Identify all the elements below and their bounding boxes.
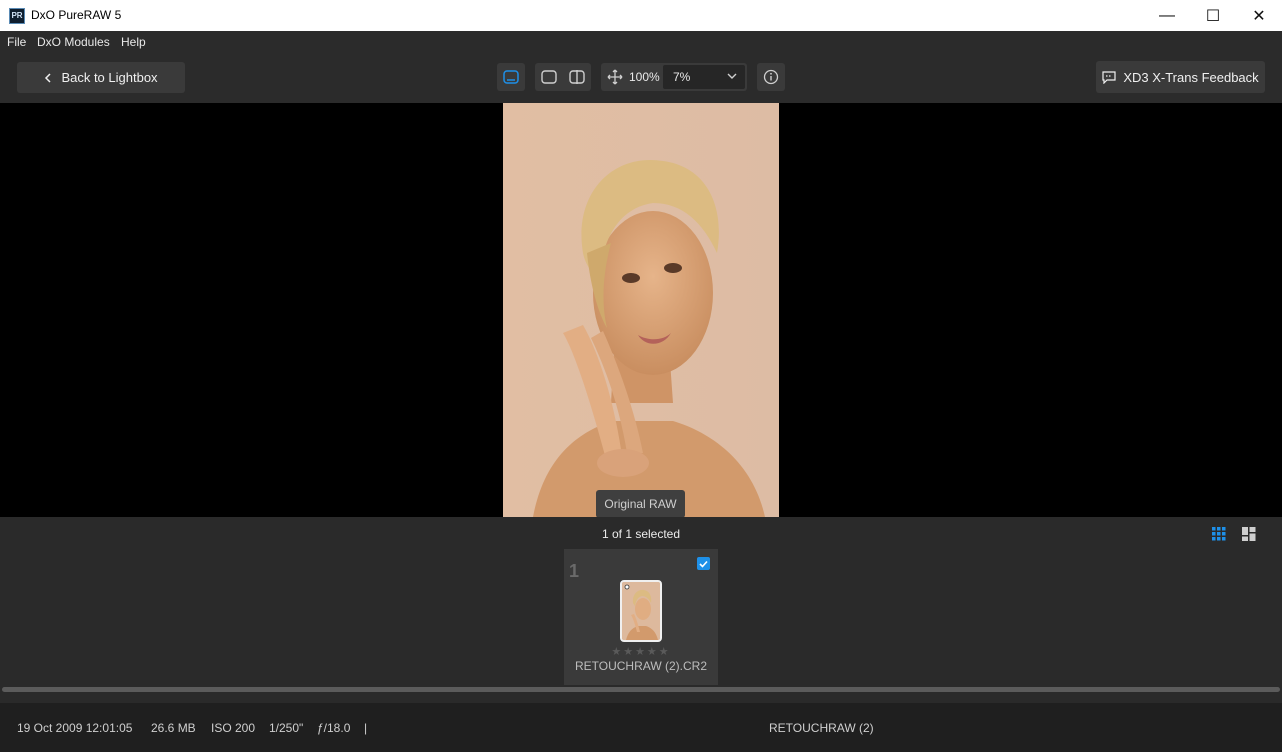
original-raw-label: Original RAW <box>596 490 685 518</box>
info-icon[interactable] <box>757 63 785 91</box>
title-bar: PR DxO PureRAW 5 — ☐ ✕ <box>0 0 1282 31</box>
zoom-100-button[interactable]: 100% <box>629 70 660 84</box>
maximize-button[interactable]: ☐ <box>1190 0 1236 31</box>
single-view-group <box>497 63 525 91</box>
chevron-left-icon <box>45 72 51 83</box>
pan-icon[interactable] <box>601 63 629 91</box>
status-iso: ISO 200 <box>211 721 256 735</box>
menu-help[interactable]: Help <box>121 35 146 49</box>
close-button[interactable]: ✕ <box>1236 0 1282 31</box>
status-aperture: ƒ/18.0 <box>317 721 351 735</box>
toolbar: Back to Lightbox 100% 7% XD3 X-Trans Fee… <box>0 52 1282 103</box>
status-shutter: 1/250" <box>269 721 304 735</box>
back-to-lightbox-button[interactable]: Back to Lightbox <box>17 62 185 93</box>
photo-preview <box>503 103 779 517</box>
thumbnail-image <box>620 580 662 642</box>
info-group <box>757 63 785 91</box>
comment-icon <box>1102 70 1116 84</box>
checkmark-icon <box>699 560 708 568</box>
filmstrip: 1 of 1 selected 1 ★★★★★ RETOUCHRAW (2).C… <box>0 517 1282 703</box>
window-title: DxO PureRAW 5 <box>31 8 122 22</box>
split-view-icon[interactable] <box>563 63 591 91</box>
status-date: 19 Oct 2009 12:01:05 <box>17 721 133 735</box>
thumbnail-index: 1 <box>569 561 580 581</box>
thumbnail-filename: RETOUCHRAW (2).CR2 <box>574 659 707 673</box>
menu-bar: File DxO Modules Help <box>0 31 1282 52</box>
thumbnail-checkbox[interactable] <box>697 557 710 570</box>
status-file-size: 26.6 MB <box>151 721 196 735</box>
zoom-group: 100% 7% <box>601 63 747 91</box>
status-separator: | <box>364 721 368 735</box>
thumbnail-card[interactable]: 1 ★★★★★ RETOUCHRAW (2).CR2 <box>564 549 718 685</box>
status-bar: 19 Oct 2009 12:01:05 26.6 MB ISO 200 1/2… <box>0 703 1282 752</box>
star-rating[interactable]: ★★★★★ <box>564 645 718 658</box>
side-by-side-icon[interactable] <box>535 63 563 91</box>
compare-view-group <box>535 63 591 91</box>
single-view-icon[interactable] <box>497 63 525 91</box>
chevron-down-icon <box>727 73 737 79</box>
grid-view-icon[interactable] <box>1212 527 1226 541</box>
back-to-lightbox-label: Back to Lightbox <box>61 70 158 85</box>
feedback-label: XD3 X-Trans Feedback <box>1123 69 1259 85</box>
minimize-button[interactable]: — <box>1144 0 1190 31</box>
feedback-button[interactable]: XD3 X-Trans Feedback <box>1096 61 1265 93</box>
filmstrip-scrollbar[interactable] <box>2 687 1280 692</box>
menu-dxo-modules[interactable]: DxO Modules <box>37 35 110 49</box>
image-viewer[interactable]: Original RAW <box>0 103 1282 518</box>
zoom-value: 7% <box>673 70 691 84</box>
mosaic-view-icon[interactable] <box>1242 527 1256 541</box>
zoom-dropdown[interactable]: 7% <box>663 65 745 89</box>
menu-file[interactable]: File <box>7 35 26 49</box>
app-logo-icon: PR <box>9 8 25 24</box>
status-image-name: RETOUCHRAW (2) <box>769 721 874 735</box>
selection-count: 1 of 1 selected <box>601 527 681 541</box>
